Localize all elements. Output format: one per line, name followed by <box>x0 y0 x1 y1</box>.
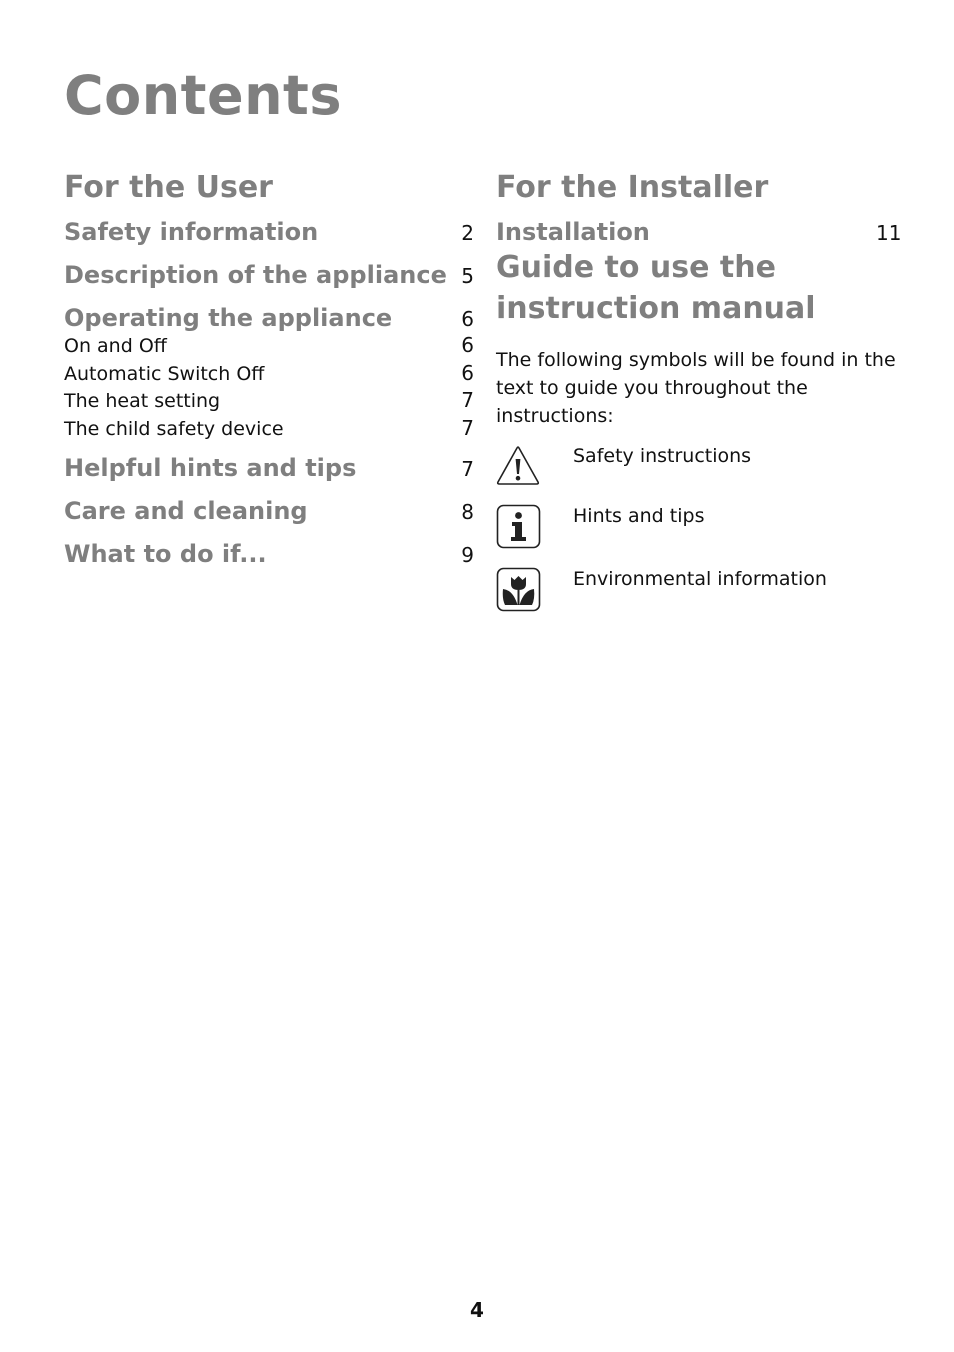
toc-entry-page: 7 <box>461 457 474 481</box>
guide-heading-line2: instruction manual <box>496 291 816 326</box>
user-column: For the User Safety information 2 Descri… <box>64 168 474 569</box>
symbol-row-environment: Environmental information <box>496 567 926 613</box>
toc-entry[interactable]: What to do if... 9 <box>64 539 474 569</box>
toc-subentry-page: 7 <box>461 415 474 440</box>
guide-heading-line1: Guide to use the <box>496 250 776 285</box>
toc-subentry-page: 7 <box>461 388 474 412</box>
toc-subentry-label: Automatic Switch Off <box>64 362 265 385</box>
symbol-row-hints: Hints and tips <box>496 504 926 550</box>
toc-subentry-page: 6 <box>461 333 474 357</box>
toc-entry-page: 2 <box>461 221 474 245</box>
toc-subentry[interactable]: Automatic Switch Off 6 <box>64 361 474 389</box>
toc-entry[interactable]: Operating the appliance 6 <box>64 303 474 333</box>
toc-entry[interactable]: Installation 11 <box>496 217 902 247</box>
guide-intro: The following symbols will be found in t… <box>496 349 896 427</box>
page-title: Contents <box>64 64 343 127</box>
toc-entry-page: 11 <box>876 221 902 245</box>
tulip-flower-icon <box>496 567 541 612</box>
toc-entry-label: Operating the appliance <box>64 304 393 332</box>
toc-subentry[interactable]: The heat setting 7 <box>64 388 474 416</box>
guide-heading: Guide to use the instruction manual <box>496 247 926 329</box>
toc-entry-label: Installation <box>496 218 650 246</box>
symbol-row-safety: Safety instructions <box>496 444 926 490</box>
installer-section-heading: For the Installer <box>496 170 769 205</box>
toc-entry-label: What to do if... <box>64 540 267 568</box>
toc-entry-label: Description of the appliance <box>64 261 447 289</box>
installer-column: For the Installer Installation 11 Guide … <box>496 168 926 613</box>
symbol-label: Hints and tips <box>573 505 705 527</box>
toc-subentry-label: On and Off <box>64 335 167 357</box>
toc-entry-page: 6 <box>461 307 474 331</box>
toc-entry-page: 8 <box>461 500 474 524</box>
symbol-label: Safety instructions <box>573 445 752 467</box>
info-icon <box>496 504 541 549</box>
toc-subentry-label: The heat setting <box>64 390 221 412</box>
page-number: 4 <box>470 1298 484 1322</box>
warning-triangle-icon <box>496 446 540 485</box>
toc-subentry[interactable]: The child safety device 7 <box>64 416 474 444</box>
toc-subentry-page: 6 <box>461 360 474 385</box>
toc-entry-label: Care and cleaning <box>64 497 308 525</box>
toc-entry[interactable]: Helpful hints and tips 7 <box>64 453 474 483</box>
toc-entry-label: Safety information <box>64 218 319 246</box>
toc-subentry[interactable]: On and Off 6 <box>64 333 474 361</box>
toc-entry[interactable]: Description of the appliance 5 <box>64 260 474 290</box>
toc-entry[interactable]: Safety information 2 <box>64 217 474 247</box>
symbol-label: Environmental information <box>573 568 827 590</box>
toc-subentry-label: The child safety device <box>64 417 284 440</box>
toc-entry[interactable]: Care and cleaning 8 <box>64 496 474 526</box>
toc-entry-page: 5 <box>461 264 474 288</box>
toc-entry-page: 9 <box>461 543 474 567</box>
user-section-heading: For the User <box>64 170 273 205</box>
toc-entry-label: Helpful hints and tips <box>64 454 357 482</box>
